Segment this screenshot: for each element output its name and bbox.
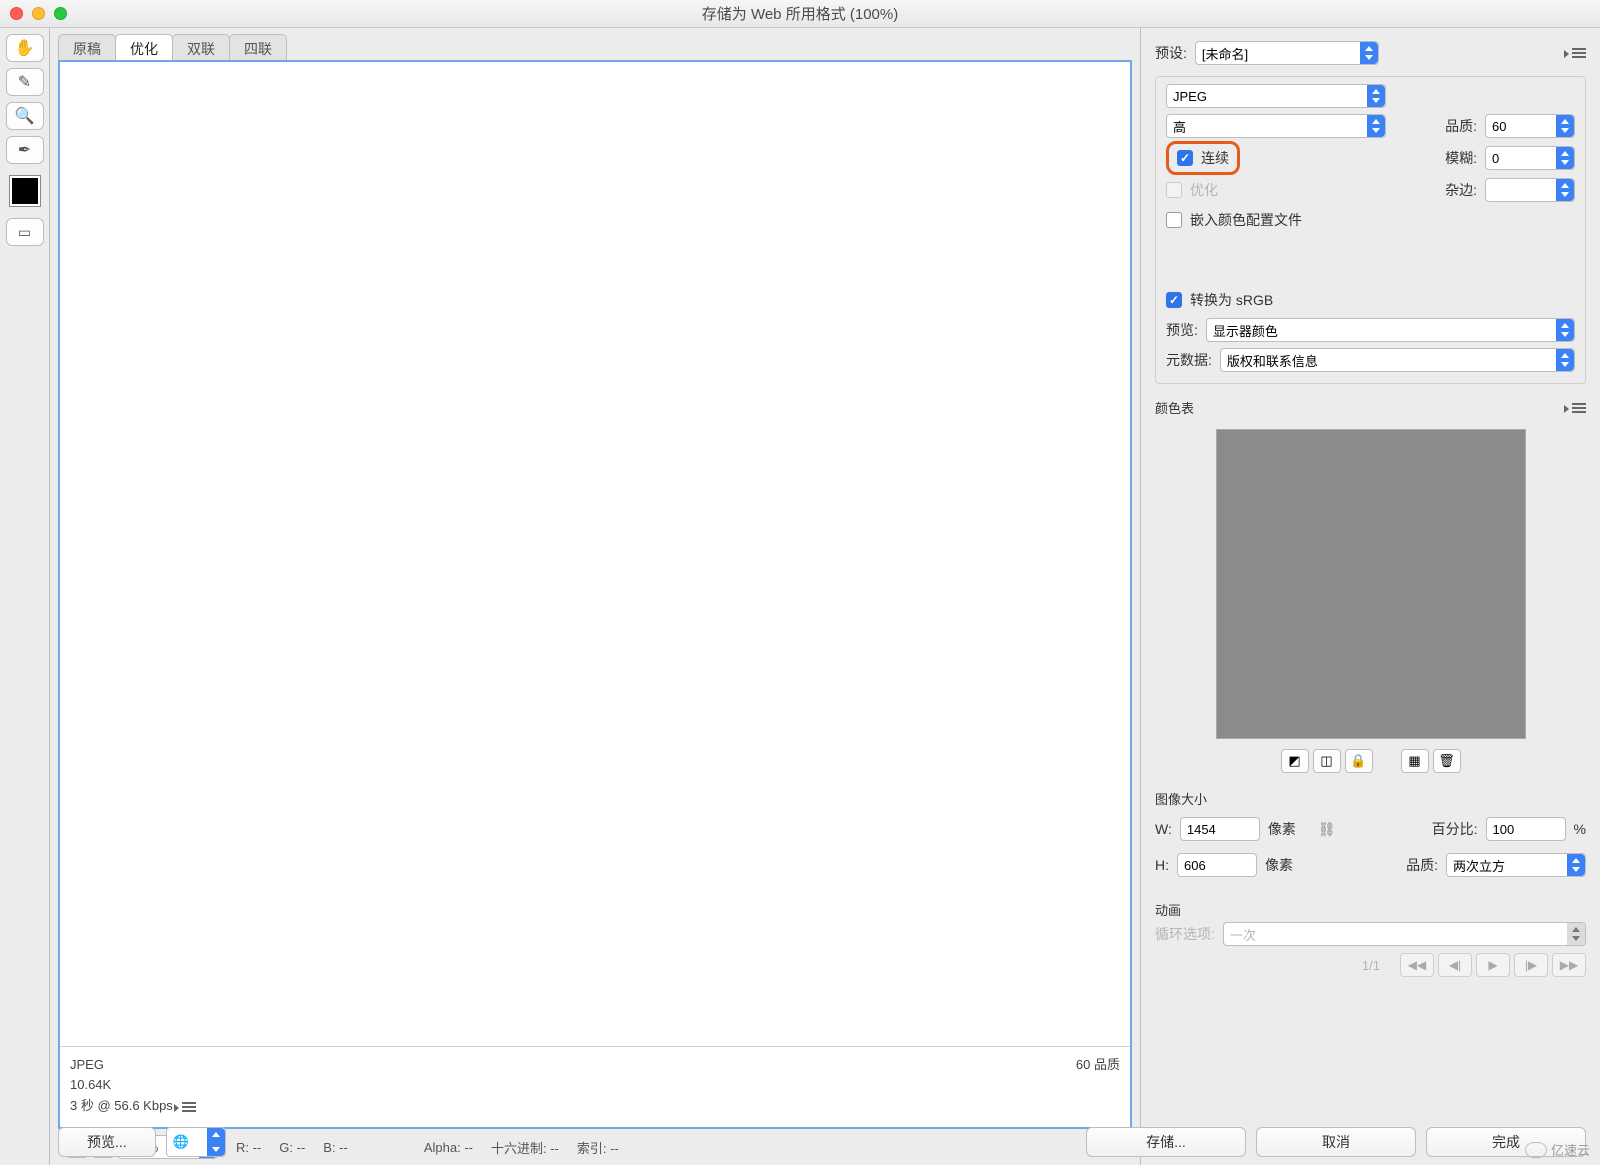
color-table-label: 颜色表 [1155,398,1194,417]
preset-label: 预设: [1155,43,1187,63]
percent-input[interactable]: 100 [1486,817,1566,841]
preview-menu-icon[interactable] [182,1102,196,1112]
browser-preview-select[interactable]: 🌐 [166,1127,226,1157]
convert-srgb-label: 转换为 sRGB [1190,290,1273,310]
embed-profile-label: 嵌入颜色配置文件 [1190,210,1302,230]
ct-new-icon[interactable]: ▦ [1401,749,1429,773]
first-frame-button[interactable]: ◀◀ [1400,953,1434,977]
w-unit: 像素 [1268,819,1296,839]
titlebar: 存储为 Web 所用格式 (100%) [0,0,1600,28]
link-icon[interactable]: ⛓ [1318,821,1336,838]
hand-tool-button[interactable]: ✋ [6,34,44,62]
panel-menu-icon[interactable] [1572,48,1586,58]
h-unit: 像素 [1265,855,1293,875]
preset-select[interactable]: [未命名] [1195,41,1380,65]
progressive-label: 连续 [1201,148,1229,168]
progressive-checkbox[interactable] [1177,150,1193,166]
tab-2up[interactable]: 双联 [172,34,230,60]
height-input[interactable]: 606 [1177,853,1257,877]
metadata-label: 元数据: [1166,350,1212,370]
globe-icon: 🌐 [173,1134,189,1150]
matte-label: 杂边: [1445,180,1477,200]
watermark-logo-icon [1525,1142,1547,1158]
footer: 预览... 🌐 存储... 取消 完成 [58,1127,1586,1157]
window-title: 存储为 Web 所用格式 (100%) [0,3,1600,24]
info-format: JPEG [70,1055,196,1076]
info-quality: 60 品质 [1076,1055,1120,1117]
ct-shift-icon[interactable]: ◫ [1313,749,1341,773]
optimized-label: 优化 [1190,180,1218,200]
ct-snap-icon[interactable]: ◩ [1281,749,1309,773]
next-frame-button[interactable]: |▶ [1514,953,1548,977]
toggle-slices-button[interactable]: ▭ [6,218,44,246]
prev-frame-button[interactable]: ◀| [1438,953,1472,977]
eyedropper-tool-button[interactable]: ✒ [6,136,44,164]
progressive-highlight: 连续 [1166,141,1240,175]
optimized-checkbox [1166,182,1182,198]
blur-input[interactable]: 0 [1485,146,1575,170]
info-time: 3 秒 @ 56.6 Kbps [70,1098,173,1113]
slice-select-tool-button[interactable]: ✎ [6,68,44,96]
w-label: W: [1155,821,1172,837]
preview-select[interactable]: 显示器颜色 [1206,318,1575,342]
h-label: H: [1155,857,1169,873]
loop-select: 一次 [1223,922,1586,946]
resample-select[interactable]: 两次立方 [1446,853,1586,877]
tab-4up[interactable]: 四联 [229,34,287,60]
embed-profile-checkbox[interactable] [1166,212,1182,228]
width-input[interactable]: 1454 [1180,817,1260,841]
last-frame-button[interactable]: ▶▶ [1552,953,1586,977]
quality-input[interactable]: 60 [1485,114,1575,138]
preview-button[interactable]: 预览... [58,1127,156,1157]
eyedropper-color-swatch[interactable] [10,176,40,206]
quality-label: 品质: [1445,116,1477,136]
watermark: 亿速云 [1525,1140,1590,1159]
color-table-toolbar: ◩ ◫ 🔒 ▦ 🗑 [1155,749,1586,773]
preview-canvas[interactable] [60,62,1130,1046]
tab-optimized[interactable]: 优化 [115,34,173,60]
frame-counter: 1/1 [1362,958,1380,973]
save-button[interactable]: 存储... [1086,1127,1246,1157]
animation-label: 动画 [1155,900,1181,919]
play-button[interactable]: ▶ [1476,953,1510,977]
image-size-label: 图像大小 [1155,789,1207,808]
loop-label: 循环选项: [1155,924,1215,944]
percent-label: 百分比: [1432,819,1478,839]
format-select[interactable]: JPEG [1166,84,1386,108]
ct-lock-icon[interactable]: 🔒 [1345,749,1373,773]
info-size: 10.64K [70,1075,196,1096]
quality-preset-select[interactable]: 高 [1166,114,1386,138]
canvas-info: JPEG 10.64K 3 秒 @ 56.6 Kbps 60 品质 [60,1046,1130,1127]
blur-label: 模糊: [1445,148,1477,168]
settings-panel: 预设: [未命名] JPEG 高 品质: 60 [1140,28,1600,1165]
resample-label: 品质: [1406,855,1438,875]
metadata-select[interactable]: 版权和联系信息 [1220,348,1575,372]
percent-suffix: % [1574,821,1586,837]
convert-srgb-checkbox[interactable] [1166,292,1182,308]
ct-trash-icon[interactable]: 🗑 [1433,749,1461,773]
tool-column: ✋ ✎ 🔍 ✒ ▭ [0,28,50,1165]
color-table[interactable] [1216,429,1526,739]
preview-tabs: 原稿 优化 双联 四联 [58,34,1132,60]
preview-label: 预览: [1166,320,1198,340]
zoom-tool-button[interactable]: 🔍 [6,102,44,130]
cancel-button[interactable]: 取消 [1256,1127,1416,1157]
canvas-frame: JPEG 10.64K 3 秒 @ 56.6 Kbps 60 品质 [58,60,1132,1129]
tab-original[interactable]: 原稿 [58,34,116,60]
color-table-menu-icon[interactable] [1572,403,1586,413]
format-settings-group: JPEG 高 品质: 60 连续 模糊: [1155,76,1586,384]
matte-select[interactable] [1485,178,1575,202]
watermark-text: 亿速云 [1551,1140,1590,1159]
